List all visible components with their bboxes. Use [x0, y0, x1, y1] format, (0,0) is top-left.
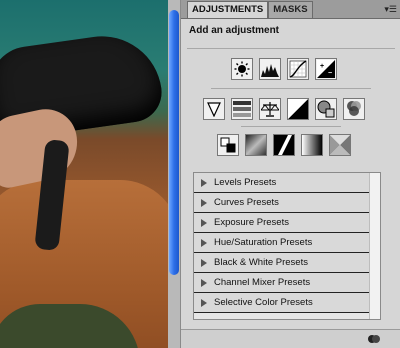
divider: [211, 88, 371, 89]
panel-menu-icon[interactable]: ▾☰: [384, 4, 397, 15]
selective-color-icon[interactable]: [329, 134, 351, 156]
list-item[interactable]: Levels Presets: [194, 173, 380, 193]
expand-triangle-icon[interactable]: [201, 178, 207, 187]
list-item-label: Exposure Presets: [214, 217, 289, 228]
adjustments-panel: ADJUSTMENTS MASKS ▾☰ Add an adjustment +…: [180, 0, 400, 348]
channel-mixer-icon[interactable]: [343, 98, 365, 120]
vibrance-icon[interactable]: [203, 98, 225, 120]
scrollbar-thumb[interactable]: [169, 10, 179, 275]
photo-filter-icon[interactable]: [315, 98, 337, 120]
list-item[interactable]: Curves Presets: [194, 193, 380, 213]
expand-triangle-icon[interactable]: [201, 258, 207, 267]
threshold-icon[interactable]: [273, 134, 295, 156]
expand-triangle-icon[interactable]: [201, 278, 207, 287]
icons-row-3: [217, 134, 351, 156]
brightness-contrast-icon[interactable]: [231, 58, 253, 80]
hue-saturation-icon[interactable]: [231, 98, 253, 120]
icons-row-1: + −: [231, 58, 337, 80]
invert-icon[interactable]: [217, 134, 239, 156]
divider: [187, 48, 395, 49]
list-item-label: Levels Presets: [214, 177, 277, 188]
list-item-label: Channel Mixer Presets: [214, 277, 311, 288]
gradient-map-icon[interactable]: [301, 134, 323, 156]
levels-icon[interactable]: [259, 58, 281, 80]
presets-list: Levels Presets Curves Presets Exposure P…: [193, 172, 381, 320]
photo-canvas: [0, 0, 168, 348]
expand-triangle-icon[interactable]: [201, 298, 207, 307]
list-item[interactable]: Channel Mixer Presets: [194, 273, 380, 293]
list-item[interactable]: Hue/Saturation Presets: [194, 233, 380, 253]
list-item-label: Black & White Presets: [214, 257, 308, 268]
color-balance-icon[interactable]: [259, 98, 281, 120]
list-scrollbar[interactable]: [369, 173, 380, 319]
list-item[interactable]: Selective Color Presets: [194, 293, 380, 313]
panel-title: Add an adjustment: [189, 25, 280, 36]
canvas-vertical-scrollbar[interactable]: [168, 0, 180, 348]
svg-text:−: −: [328, 70, 332, 77]
tab-masks[interactable]: MASKS: [268, 1, 313, 18]
exposure-icon[interactable]: + −: [315, 58, 337, 80]
tab-bar: ADJUSTMENTS MASKS ▾☰: [181, 0, 400, 19]
panel-footer: [181, 329, 400, 348]
divider: [241, 126, 341, 127]
expand-triangle-icon[interactable]: [201, 198, 207, 207]
channels-icon[interactable]: [367, 333, 381, 345]
list-item-label: Curves Presets: [214, 197, 279, 208]
curves-icon[interactable]: [287, 58, 309, 80]
svg-text:+: +: [320, 63, 324, 70]
icons-row-2: [203, 98, 365, 120]
posterize-icon[interactable]: [245, 134, 267, 156]
tab-adjustments[interactable]: ADJUSTMENTS: [187, 1, 269, 18]
expand-triangle-icon[interactable]: [201, 238, 207, 247]
black-white-icon[interactable]: [287, 98, 309, 120]
expand-triangle-icon[interactable]: [201, 218, 207, 227]
list-item[interactable]: Black & White Presets: [194, 253, 380, 273]
list-item[interactable]: Exposure Presets: [194, 213, 380, 233]
list-item-label: Hue/Saturation Presets: [214, 237, 313, 248]
list-item-label: Selective Color Presets: [214, 297, 313, 308]
